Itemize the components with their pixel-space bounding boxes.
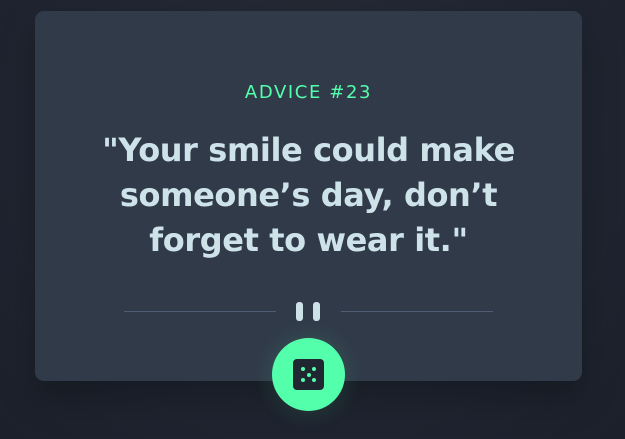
new-advice-button[interactable] [272, 338, 345, 411]
dice-pip [301, 378, 305, 382]
pause-bar-right [313, 302, 320, 321]
pause-bar-left [296, 302, 303, 321]
divider-line-left [124, 311, 276, 312]
divider [124, 302, 493, 322]
dice-icon [293, 359, 324, 390]
dice-pip [312, 367, 316, 371]
advice-card: ADVICE #23 "Your smile could make someon… [35, 11, 582, 411]
pause-icon [296, 302, 321, 322]
dice-pip [306, 372, 311, 377]
dice-pip [301, 367, 305, 371]
divider-line-right [341, 311, 493, 312]
advice-number: ADVICE #23 [244, 82, 373, 103]
page: ADVICE #23 "Your smile could make someon… [0, 0, 625, 439]
dice-pip [312, 378, 316, 382]
advice-quote: "Your smile could make someone’s day, do… [102, 131, 515, 259]
